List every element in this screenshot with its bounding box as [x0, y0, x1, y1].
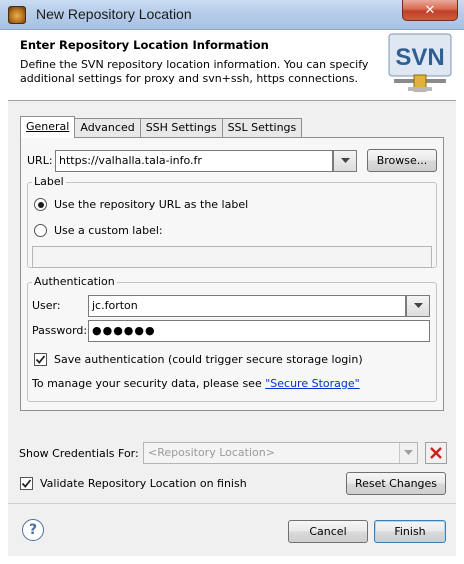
tab-general[interactable]: General: [20, 116, 76, 138]
reset-changes-button[interactable]: Reset Changes: [346, 472, 446, 495]
tab-advanced[interactable]: Advanced: [74, 118, 141, 138]
delete-credentials-button[interactable]: [425, 442, 447, 464]
title-bar: New Repository Location ✕: [0, 0, 464, 30]
url-label: URL:: [27, 154, 53, 167]
tab-ssh-settings[interactable]: SSH Settings: [139, 118, 223, 138]
use-custom-label-label: Use a custom label:: [54, 224, 163, 237]
save-authentication-label: Save authentication (could trigger secur…: [54, 353, 363, 366]
validate-location-label: Validate Repository Location on finish: [40, 477, 247, 490]
authentication-group-title: Authentication: [32, 275, 117, 288]
password-input[interactable]: ●●●●●●: [88, 320, 430, 342]
tab-ssl-settings[interactable]: SSL Settings: [221, 118, 303, 138]
secure-storage-text: To manage your security data, please see…: [32, 377, 360, 390]
custom-label-input[interactable]: [32, 246, 432, 268]
finish-button[interactable]: Finish: [374, 520, 446, 543]
close-icon: ✕: [424, 2, 436, 18]
user-dropdown[interactable]: [406, 295, 430, 317]
label-group: Label Use the repository URL as the labe…: [27, 175, 437, 268]
user-label: User:: [32, 299, 61, 312]
secure-storage-prefix: To manage your security data, please see: [32, 377, 266, 390]
checkmark-icon: [35, 355, 46, 364]
tab-bar: General Advanced SSH Settings SSL Settin…: [20, 116, 303, 138]
dialog-body: General Advanced SSH Settings SSL Settin…: [8, 100, 456, 556]
password-label: Password:: [32, 324, 88, 337]
use-repo-url-radio[interactable]: [34, 198, 47, 211]
show-credentials-select[interactable]: <Repository Location>: [143, 442, 418, 464]
header-description: Define the SVN repository location infor…: [20, 58, 369, 85]
show-credentials-dropdown[interactable]: [399, 443, 417, 463]
show-credentials-label: Show Credentials For:: [19, 447, 139, 460]
use-repo-url-label: Use the repository URL as the label: [54, 198, 249, 211]
url-input-value: https://valhalla.tala-info.fr: [59, 154, 202, 167]
tab-ssh-settings-label: SSH Settings: [145, 121, 217, 134]
secure-storage-link[interactable]: "Secure Storage": [265, 377, 359, 390]
cancel-button[interactable]: Cancel: [288, 520, 368, 543]
chevron-down-icon: [413, 303, 423, 308]
user-input-value: jc.forton: [92, 299, 138, 312]
show-credentials-value: <Repository Location>: [148, 446, 275, 459]
window-title: New Repository Location: [36, 6, 192, 22]
user-input[interactable]: jc.forton: [88, 295, 406, 317]
tab-general-label: General: [26, 120, 70, 133]
url-history-dropdown[interactable]: [333, 150, 357, 172]
authentication-group: Authentication User: jc.forton Password:…: [27, 275, 437, 402]
help-icon[interactable]: ?: [22, 519, 44, 541]
checkmark-icon: [21, 479, 32, 488]
password-input-value: ●●●●●●: [92, 324, 156, 337]
close-window-button[interactable]: ✕: [402, 0, 458, 21]
svn-logo-text: SVN: [395, 44, 444, 71]
use-custom-label-radio[interactable]: [34, 224, 47, 237]
tab-advanced-label: Advanced: [80, 121, 135, 134]
eclipse-app-icon: [8, 6, 26, 24]
chevron-down-icon: [404, 450, 413, 455]
url-input[interactable]: https://valhalla.tala-info.fr: [55, 150, 333, 172]
footer-separator: [8, 503, 456, 504]
dialog-header: Enter Repository Location Information De…: [8, 30, 456, 100]
header-title: Enter Repository Location Information: [20, 38, 269, 52]
validate-location-checkbox[interactable]: [20, 477, 33, 490]
tab-ssl-settings-label: SSL Settings: [227, 121, 297, 134]
label-group-title: Label: [32, 175, 66, 188]
browse-button[interactable]: Browse...: [367, 149, 437, 172]
delete-red-x-icon: [430, 447, 442, 459]
general-tab-panel: URL: https://valhalla.tala-info.fr Brows…: [20, 137, 444, 411]
chevron-down-icon: [340, 158, 350, 163]
save-authentication-checkbox[interactable]: [34, 353, 47, 366]
svn-logo-icon: SVN: [388, 33, 452, 95]
